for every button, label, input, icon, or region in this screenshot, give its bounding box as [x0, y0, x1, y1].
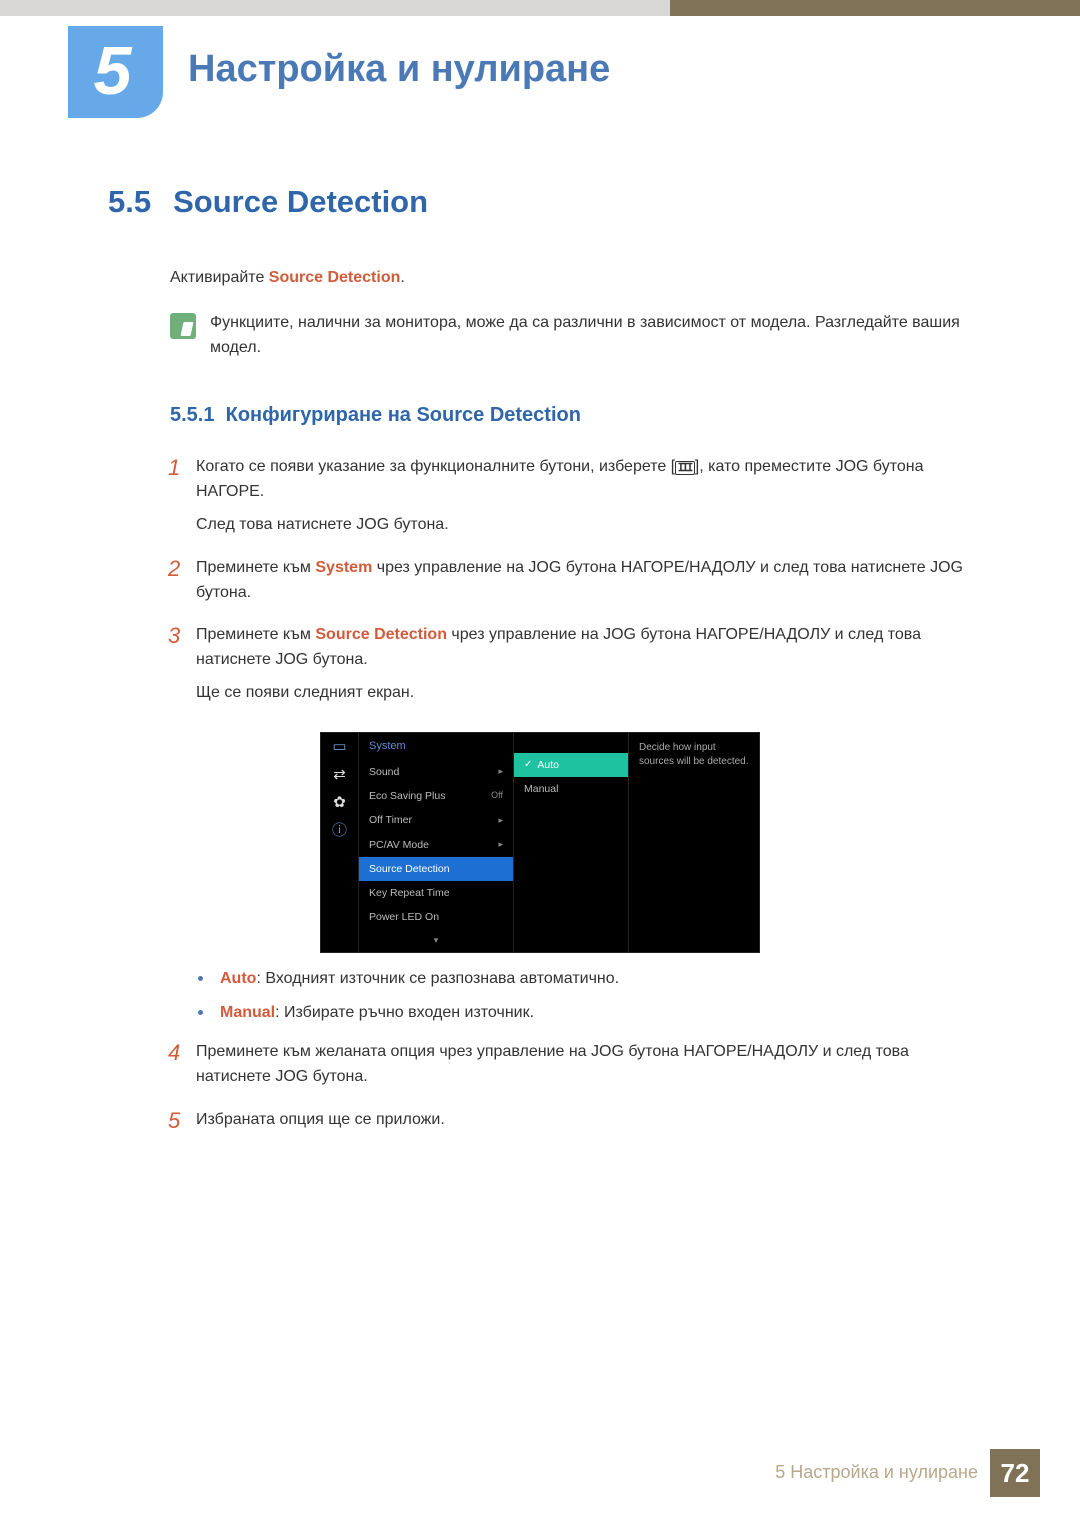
- step-3: 3 Преминете към Source Detection чрез уп…: [168, 623, 972, 713]
- osd-submenu: Auto Manual: [514, 733, 629, 952]
- osd-sidebar: ▭ ⇄ ✿ ⓘ: [321, 733, 359, 952]
- subsection-heading: 5.5.1 Конфигуриране на Source Detection: [170, 400, 972, 431]
- bullet-auto: Auto: Входният източник се разпознава ав…: [198, 967, 972, 992]
- footer-chapter-label: 5 Настройка и нулиране: [775, 1459, 978, 1487]
- section-title: Source Detection: [173, 184, 428, 219]
- display-icon: ▭: [330, 737, 350, 757]
- step-2: 2 Преминете към System чрез управление н…: [168, 556, 972, 614]
- osd-item-pcav: PC/AV Mode▸: [359, 833, 513, 857]
- menu-icon: ⵊⵊⵊ: [675, 461, 695, 475]
- step-number: 1: [168, 455, 196, 545]
- osd-item-source-detection: Source Detection: [359, 857, 513, 881]
- step-number: 5: [168, 1108, 196, 1141]
- input-icon: ⇄: [330, 765, 350, 785]
- osd-option-manual: Manual: [514, 777, 628, 801]
- bullet-manual: Manual: Избирате ръчно входен източник.: [198, 1001, 972, 1026]
- note-block: Функциите, налични за монитора, може да …: [170, 311, 972, 361]
- osd-menu-header: System: [359, 733, 513, 760]
- subsection-number: 5.5.1: [170, 404, 214, 426]
- osd-item-powerled: Power LED On: [359, 905, 513, 929]
- chapter-title: Настройка и нулиране: [188, 40, 610, 99]
- osd-item-eco: Eco Saving PlusOff: [359, 784, 513, 808]
- intro-paragraph: Активирайте Source Detection.: [170, 266, 972, 291]
- osd-item-keyrepeat: Key Repeat Time: [359, 881, 513, 905]
- page-number: 72: [990, 1449, 1040, 1497]
- osd-scroll-down: ▾: [359, 930, 513, 952]
- step-number: 3: [168, 623, 196, 713]
- step-number: 4: [168, 1040, 196, 1098]
- section-number: 5.5: [108, 184, 151, 219]
- subsection-title: Конфигуриране на Source Detection: [226, 404, 581, 426]
- step-4: 4 Преминете към желаната опция чрез упра…: [168, 1040, 972, 1098]
- page-footer: 5 Настройка и нулиране 72: [775, 1449, 1040, 1497]
- settings-icon: ✿: [330, 793, 350, 813]
- osd-option-auto: Auto: [514, 753, 628, 777]
- section-heading: 5.5 Source Detection: [108, 178, 972, 226]
- step-5: 5 Избраната опция ще се приложи.: [168, 1108, 972, 1141]
- step-1: 1 Когато се появи указание за функционал…: [168, 455, 972, 545]
- header-stripe: [0, 0, 1080, 16]
- osd-menu: System Sound▸ Eco Saving PlusOff Off Tim…: [359, 733, 514, 952]
- osd-item-offtimer: Off Timer▸: [359, 808, 513, 832]
- info-icon: ⓘ: [330, 821, 350, 841]
- note-text: Функциите, налични за монитора, може да …: [210, 311, 972, 361]
- note-icon: [170, 313, 196, 339]
- chapter-number-tab: 5: [68, 26, 163, 118]
- intro-term: Source Detection: [269, 269, 401, 286]
- chapter-header: 5 Настройка и нулиране: [0, 16, 1080, 118]
- osd-info-panel: Decide how input sources will be detecte…: [629, 733, 759, 952]
- osd-screenshot: ▭ ⇄ ✿ ⓘ System Sound▸ Eco Saving PlusOff…: [320, 732, 760, 953]
- step-number: 2: [168, 556, 196, 614]
- osd-item-sound: Sound▸: [359, 760, 513, 784]
